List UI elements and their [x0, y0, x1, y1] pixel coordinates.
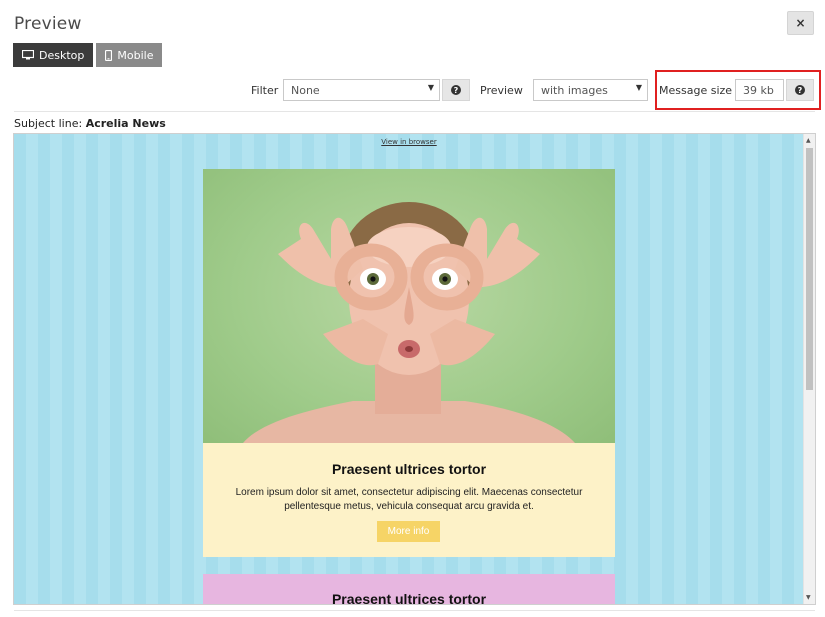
block-1-text: Lorem ipsum dolor sit amet, consectetur …: [235, 487, 583, 512]
filter-help-button[interactable]: ?: [442, 79, 470, 101]
preview-scrollbar[interactable]: ▲ ▼: [803, 134, 815, 604]
block-2-title: Praesent ultrices tortor: [331, 591, 487, 605]
subject-value: Acrelia News: [85, 117, 166, 130]
subject-line: Subject line: Acrelia News: [14, 117, 166, 130]
block-1-title: Praesent ultrices tortor: [331, 461, 487, 477]
preview-label: Preview: [480, 84, 523, 97]
tab-mobile[interactable]: Mobile: [96, 43, 163, 67]
scroll-down-icon[interactable]: ▼: [806, 594, 811, 601]
scroll-thumb[interactable]: [806, 148, 813, 390]
help-icon: ?: [451, 85, 461, 95]
subject-label: Subject line:: [14, 117, 83, 130]
divider: [14, 610, 815, 611]
tab-desktop[interactable]: Desktop: [13, 43, 94, 67]
more-info-button[interactable]: More info: [377, 521, 440, 542]
email-block-2: Praesent ultrices tortor: [203, 574, 615, 605]
close-icon: ×: [795, 16, 806, 30]
hero-image: [203, 169, 615, 443]
mobile-icon: [105, 49, 113, 61]
dialog-title: Preview: [14, 14, 82, 34]
scroll-up-icon[interactable]: ▲: [806, 137, 811, 144]
divider: [14, 111, 815, 112]
tab-mobile-label: Mobile: [117, 48, 154, 62]
preview-value: with images: [541, 84, 608, 97]
close-button[interactable]: ×: [787, 11, 814, 35]
tab-desktop-label: Desktop: [39, 48, 85, 62]
filter-value: None: [291, 84, 320, 97]
desktop-icon: [22, 50, 34, 60]
view-in-browser-link[interactable]: View in browser: [14, 138, 804, 146]
device-tabs: Desktop Mobile: [13, 43, 163, 67]
email-block-1: Praesent ultrices tortor Lorem ipsum dol…: [203, 169, 615, 557]
chevron-down-icon: ▼: [427, 83, 434, 92]
chevron-down-icon: ▼: [635, 83, 642, 92]
email-preview: View in browser Praesent ultrices tortor…: [13, 133, 816, 605]
message-size-highlight: [655, 70, 821, 110]
filter-label: Filter: [251, 84, 279, 97]
preview-select[interactable]: with images ▼: [533, 79, 648, 101]
filter-select[interactable]: None ▼: [283, 79, 440, 101]
